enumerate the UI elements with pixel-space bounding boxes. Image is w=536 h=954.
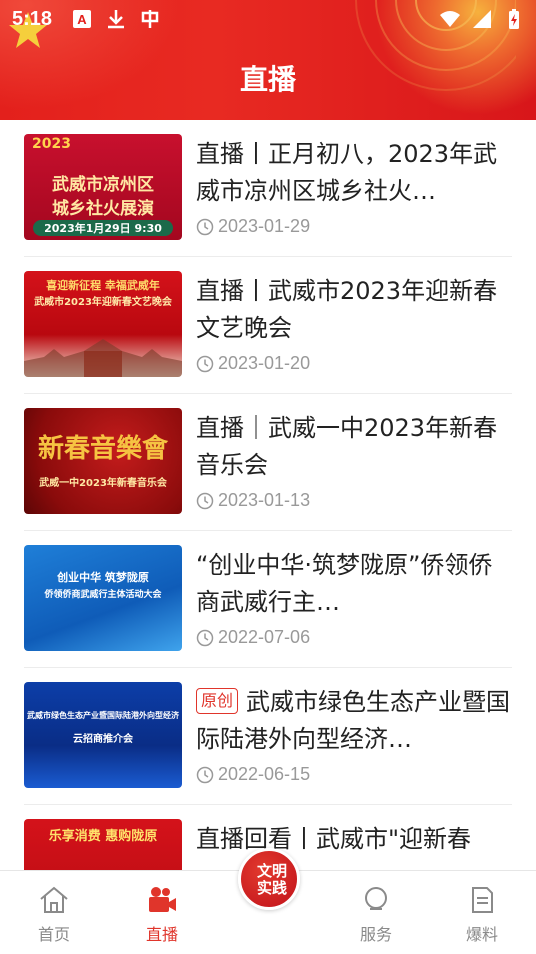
item-title[interactable]: 原创 武威市绿色生态产业暨国际陆港外向型经济… [196,684,512,758]
thumbnail-caption: 武威市凉州区 [52,175,154,195]
thumbnail-caption: 新春音樂會 [37,434,168,464]
nav-label: 首页 [37,925,70,944]
nav-service[interactable]: 服务 [336,883,416,945]
list-item[interactable]: 新春音樂會 武威一中2023年新春音乐会 直播｜武威一中2023年新春音乐会 2… [24,394,512,531]
item-date-text: 2022-06-15 [218,764,311,784]
list-item[interactable]: 创业中华 筑梦陇原 侨领侨商武威行主体活动大会 “创业中华·筑梦陇原”侨领侨商武… [24,531,512,668]
thumbnail-caption: 武威一中2023年新春音乐会 [39,478,167,489]
nav-label: 服务 [359,925,392,944]
header-bar: 5:18 A 直播 [0,0,536,120]
thumbnail-caption: 2023年1月29日 9:30 [33,220,173,236]
thumbnail-image: 创业中华 筑梦陇原 侨领侨商武威行主体活动大会 [24,545,182,651]
clock-icon [196,766,214,783]
thumbnail-caption: 乐享消费 惠购陇原 [48,829,158,844]
thumbnail-image: 2023 武威市凉州区 城乡社火展演 2023年1月29日 9:30 [24,134,182,240]
font-app-icon: A [73,10,91,28]
thumbnail-caption: 武威市绿色生态产业暨国际陆港外向型经济 [27,711,179,720]
notification-app-icon [141,10,159,28]
clock-icon [196,218,214,235]
signal-icon [473,10,491,28]
item-title[interactable]: 直播丨武威市2023年迎新春文艺晚会 [196,273,512,347]
status-bar: 5:18 A [0,0,536,38]
clock-icon [196,492,214,509]
status-time: 5:18 [12,8,53,30]
item-date-text: 2022-07-06 [218,627,311,647]
item-title-text: 直播回看丨武威市"迎新春 [196,825,472,853]
nav-live[interactable]: 直播 [122,883,202,945]
item-title[interactable]: 直播丨正月初八，2023年武威市凉州区城乡社火… [196,136,512,210]
list-item[interactable]: 武威市绿色生态产业暨国际陆港外向型经济 云招商推介会 原创 武威市绿色生态产业暨国… [24,668,512,805]
item-date: 2023-01-29 [196,216,310,237]
home-icon [40,886,68,913]
wifi-icon [440,11,460,27]
download-icon [108,10,124,29]
thumbnail-image: 喜迎新征程 幸福武威年 武威市2023年迎新春文艺晚会 [24,271,182,377]
video-camera-icon [149,887,176,912]
civilization-practice-button[interactable]: 文明实践 [238,848,300,910]
item-date: 2022-07-06 [196,627,310,648]
svg-text:A: A [77,12,87,27]
item-date-text: 2023-01-20 [218,353,311,373]
original-badge: 原创 [196,688,239,714]
clock-icon [196,355,214,372]
list-item[interactable]: 喜迎新征程 幸福武威年 武威市2023年迎新春文艺晚会 直播丨武威市2023年迎… [24,257,512,394]
thumbnail-caption: 喜迎新征程 幸福武威年 [46,279,160,292]
item-date-text: 2023-01-29 [218,216,311,236]
item-date-text: 2023-01-13 [218,490,311,510]
nav-label: 爆料 [465,925,498,944]
live-list: 2023 武威市凉州区 城乡社火展演 2023年1月29日 9:30 直播丨正月… [0,120,536,942]
thumbnail-image: 新春音樂會 武威一中2023年新春音乐会 [24,408,182,514]
thumbnail-caption: 2023 [32,136,71,152]
building-illustration [24,339,182,377]
item-title-text: 直播丨武威市2023年迎新春文艺晚会 [196,277,498,342]
nav-report[interactable]: 爆料 [442,883,522,945]
item-date: 2023-01-13 [196,490,310,511]
item-title-text: 武威市绿色生态产业暨国际陆港外向型经济… [196,688,511,753]
item-title[interactable]: “创业中华·筑梦陇原”侨领侨商武威行主… [196,547,512,621]
item-title-text: 直播丨正月初八，2023年武威市凉州区城乡社火… [196,140,498,205]
report-icon [472,887,493,913]
item-date: 2022-06-15 [196,764,310,785]
item-date: 2023-01-20 [196,353,310,374]
nav-home[interactable]: 首页 [14,883,94,945]
service-icon [365,887,387,910]
item-title[interactable]: 直播｜武威一中2023年新春音乐会 [196,410,512,484]
thumbnail-caption: 侨领侨商武威行主体活动大会 [44,590,162,600]
thumbnail-image: 武威市绿色生态产业暨国际陆港外向型经济 云招商推介会 [24,682,182,788]
thumbnail-caption: 云招商推介会 [73,734,133,745]
center-button-label: 文明实践 [256,862,287,897]
page-title: 直播 [239,63,296,96]
item-title-text: 直播｜武威一中2023年新春音乐会 [196,414,498,479]
item-title[interactable]: 直播回看丨武威市"迎新春 [196,821,512,858]
thumbnail-caption: 创业中华 筑梦陇原 [57,571,149,584]
clock-icon [196,629,214,646]
thumbnail-caption: 武威市2023年迎新春文艺晚会 [34,297,172,308]
list-item[interactable]: 2023 武威市凉州区 城乡社火展演 2023年1月29日 9:30 直播丨正月… [24,120,512,257]
item-title-text: “创业中华·筑梦陇原”侨领侨商武威行主… [196,551,493,616]
thumbnail-caption: 城乡社火展演 [52,199,154,219]
battery-charging-icon [509,9,519,29]
nav-label: 直播 [145,925,178,944]
